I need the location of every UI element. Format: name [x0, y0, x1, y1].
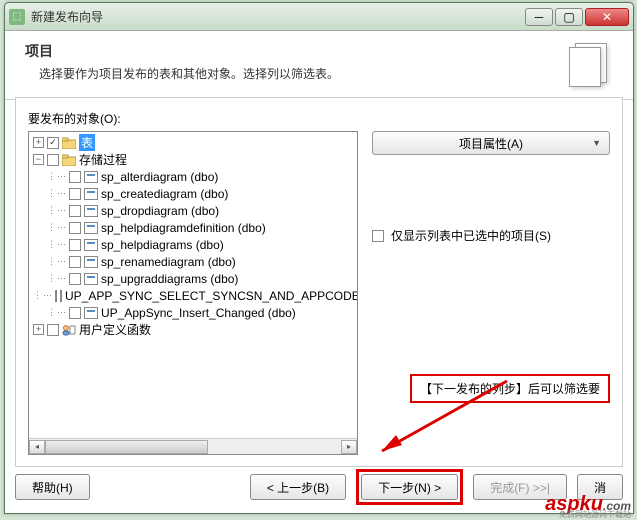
watermark-subtitle: 免费网站源码下载站	[559, 509, 631, 520]
node-label: 表	[79, 134, 95, 151]
tree-node-udf[interactable]: + 用户定义函数	[31, 321, 355, 338]
tree-connector: ⋮⋯	[33, 290, 53, 301]
maximize-button[interactable]: ▢	[555, 8, 583, 26]
udf-icon	[62, 324, 76, 336]
tree-connector: ⋮⋯	[47, 205, 67, 216]
tree-node-proc[interactable]: ⋮⋯ sp_helpdiagramdefinition (dbo)	[31, 219, 355, 236]
node-label: sp_alterdiagram (dbo)	[101, 170, 218, 184]
app-icon: ⬚	[9, 9, 25, 25]
filter-label: 仅显示列表中已选中的项目(S)	[391, 227, 551, 244]
wizard-window: ⬚ 新建发布向导 ─ ▢ ✕ 项目 选择要作为项目发布的表和其他对象。选择列以筛…	[4, 2, 634, 514]
scroll-thumb[interactable]	[45, 440, 208, 454]
tree-connector: ⋮⋯	[47, 239, 67, 250]
objects-label: 要发布的对象(O):	[28, 110, 610, 127]
node-label: UP_APP_SYNC_SELECT_SYNCSN_AND_APPCODE_BY…	[65, 289, 357, 303]
minimize-button[interactable]: ─	[525, 8, 553, 26]
checkbox[interactable]	[69, 307, 81, 319]
checkbox[interactable]	[47, 137, 59, 149]
horizontal-scrollbar[interactable]: ◂ ▸	[29, 438, 357, 454]
checkbox[interactable]	[69, 205, 81, 217]
folder-icon	[62, 154, 76, 166]
tree-node-proc[interactable]: ⋮⋯ sp_creatediagram (dbo)	[31, 185, 355, 202]
node-label: sp_dropdiagram (dbo)	[101, 204, 219, 218]
window-title: 新建发布向导	[31, 8, 525, 25]
right-panel: 项目属性(A) ▼ 仅显示列表中已选中的项目(S) 【下一发布的列步】后可以筛选…	[372, 131, 610, 455]
checkbox[interactable]	[69, 239, 81, 251]
tree-node-tables[interactable]: + 表	[31, 134, 355, 151]
proc-icon	[84, 222, 98, 234]
tree-connector: ⋮⋯	[47, 222, 67, 233]
checkbox[interactable]	[47, 154, 59, 166]
node-label: sp_helpdiagrams (dbo)	[101, 238, 224, 252]
close-button[interactable]: ✕	[585, 8, 629, 26]
proc-icon	[60, 290, 62, 302]
annotation-tip: 【下一发布的列步】后可以筛选要	[410, 374, 610, 403]
next-button[interactable]: 下一步(N) >	[361, 474, 458, 500]
content-area: 要发布的对象(O): + 表 − 存储	[15, 97, 623, 467]
checkbox[interactable]	[372, 230, 384, 242]
tree-connector: ⋮⋯	[47, 256, 67, 267]
tree-node-procs[interactable]: − 存储过程	[31, 151, 355, 168]
node-label: 用户定义函数	[79, 321, 151, 338]
proc-icon	[84, 273, 98, 285]
proc-icon	[84, 256, 98, 268]
checkbox[interactable]	[69, 273, 81, 285]
item-properties-button[interactable]: 项目属性(A) ▼	[372, 131, 610, 155]
tree-connector: ⋮⋯	[47, 188, 67, 199]
tree-node-proc[interactable]: ⋮⋯ UP_AppSync_Insert_Changed (dbo)	[31, 304, 355, 321]
proc-icon	[84, 205, 98, 217]
footer-buttons: 帮助(H) < 上一步(B) 下一步(N) > 完成(F) >>| 消	[15, 469, 623, 505]
node-label: sp_renamediagram (dbo)	[101, 255, 236, 269]
checkbox[interactable]	[55, 290, 57, 302]
tree-node-proc[interactable]: ⋮⋯ sp_alterdiagram (dbo)	[31, 168, 355, 185]
tree-connector: ⋮⋯	[47, 307, 67, 318]
tree-connector: ⋮⋯	[47, 273, 67, 284]
tree-node-proc[interactable]: ⋮⋯ UP_APP_SYNC_SELECT_SYNCSN_AND_APPCODE_…	[31, 287, 355, 304]
node-label: sp_upgraddiagrams (dbo)	[101, 272, 238, 286]
tree-node-proc[interactable]: ⋮⋯ sp_upgraddiagrams (dbo)	[31, 270, 355, 287]
header-icon	[565, 41, 613, 89]
collapse-icon[interactable]: −	[33, 154, 44, 165]
checkbox[interactable]	[69, 222, 81, 234]
checkbox[interactable]	[69, 256, 81, 268]
objects-tree[interactable]: + 表 − 存储过程 ⋮⋯ sp_alterdiagram (dbo) ⋮⋯	[28, 131, 358, 455]
tree-node-proc[interactable]: ⋮⋯ sp_dropdiagram (dbo)	[31, 202, 355, 219]
header-panel: 项目 选择要作为项目发布的表和其他对象。选择列以筛选表。	[5, 31, 633, 100]
proc-icon	[84, 239, 98, 251]
node-label: UP_AppSync_Insert_Changed (dbo)	[101, 306, 296, 320]
proc-icon	[84, 188, 98, 200]
expand-icon[interactable]: +	[33, 324, 44, 335]
tree-connector: ⋮⋯	[47, 171, 67, 182]
next-highlight: 下一步(N) >	[356, 469, 463, 505]
scroll-track[interactable]	[45, 440, 341, 454]
proc-icon	[84, 307, 98, 319]
scroll-right-button[interactable]: ▸	[341, 440, 357, 454]
window-controls: ─ ▢ ✕	[525, 8, 629, 26]
node-label: 存储过程	[79, 151, 127, 168]
titlebar[interactable]: ⬚ 新建发布向导 ─ ▢ ✕	[5, 3, 633, 31]
checkbox[interactable]	[47, 324, 59, 336]
checkbox[interactable]	[69, 188, 81, 200]
node-label: sp_helpdiagramdefinition (dbo)	[101, 221, 266, 235]
help-button[interactable]: 帮助(H)	[15, 474, 90, 500]
node-label: sp_creatediagram (dbo)	[101, 187, 228, 201]
dropdown-arrow-icon: ▼	[592, 138, 601, 148]
page-description: 选择要作为项目发布的表和其他对象。选择列以筛选表。	[25, 65, 565, 82]
scroll-left-button[interactable]: ◂	[29, 440, 45, 454]
back-button[interactable]: < 上一步(B)	[250, 474, 346, 500]
tree-node-proc[interactable]: ⋮⋯ sp_helpdiagrams (dbo)	[31, 236, 355, 253]
folder-icon	[62, 137, 76, 149]
tree-node-proc[interactable]: ⋮⋯ sp_renamediagram (dbo)	[31, 253, 355, 270]
proc-icon	[84, 171, 98, 183]
filter-checkbox-row[interactable]: 仅显示列表中已选中的项目(S)	[372, 227, 610, 244]
page-title: 项目	[25, 41, 565, 61]
expand-icon[interactable]: +	[33, 137, 44, 148]
button-label: 项目属性(A)	[459, 135, 523, 152]
checkbox[interactable]	[69, 171, 81, 183]
